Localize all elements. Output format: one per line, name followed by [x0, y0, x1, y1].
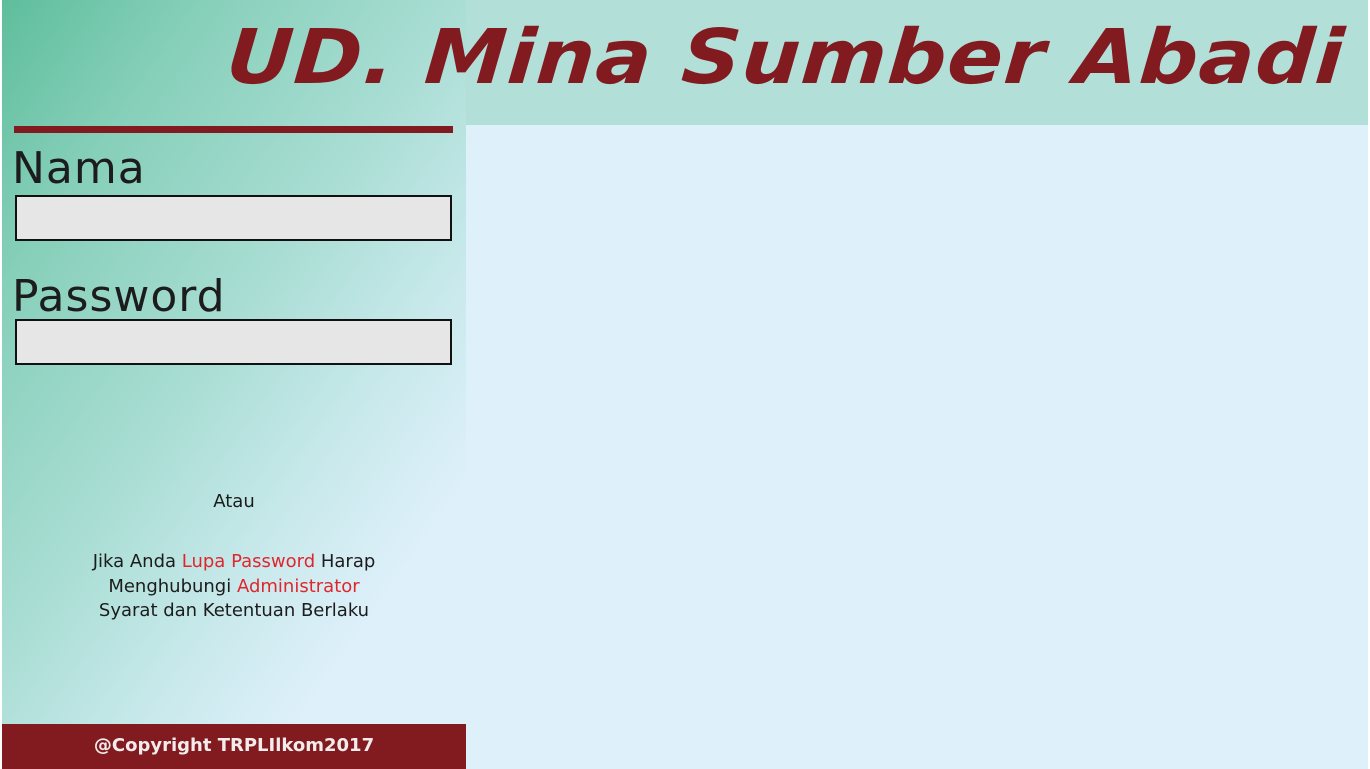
help-prefix: Jika Anda: [92, 551, 182, 572]
terms-text: Syarat dan Ketentuan Berlaku: [98, 600, 370, 621]
atau-text: Atau: [213, 491, 255, 512]
help-text: Jika Anda Lupa Password Harap Menghubung…: [62, 550, 406, 624]
copyright-text: @Copyright TRPLIlkom2017: [93, 735, 375, 756]
header-divider: [14, 126, 453, 133]
site-title: UD. Mina Sumber Abadi: [223, 14, 1348, 102]
forgot-password-link[interactable]: Lupa Password: [182, 551, 315, 572]
footer: @Copyright TRPLIlkom2017: [2, 724, 466, 769]
name-label: Nama: [12, 143, 146, 194]
password-input[interactable]: [15, 319, 452, 365]
login-sidebar: Nama Password Atau Jika Anda Lupa Passwo…: [2, 0, 466, 769]
administrator-link[interactable]: Administrator: [237, 576, 360, 597]
name-input[interactable]: [15, 195, 452, 241]
page: Nama Password Atau Jika Anda Lupa Passwo…: [2, 0, 1368, 769]
password-label: Password: [12, 271, 226, 322]
